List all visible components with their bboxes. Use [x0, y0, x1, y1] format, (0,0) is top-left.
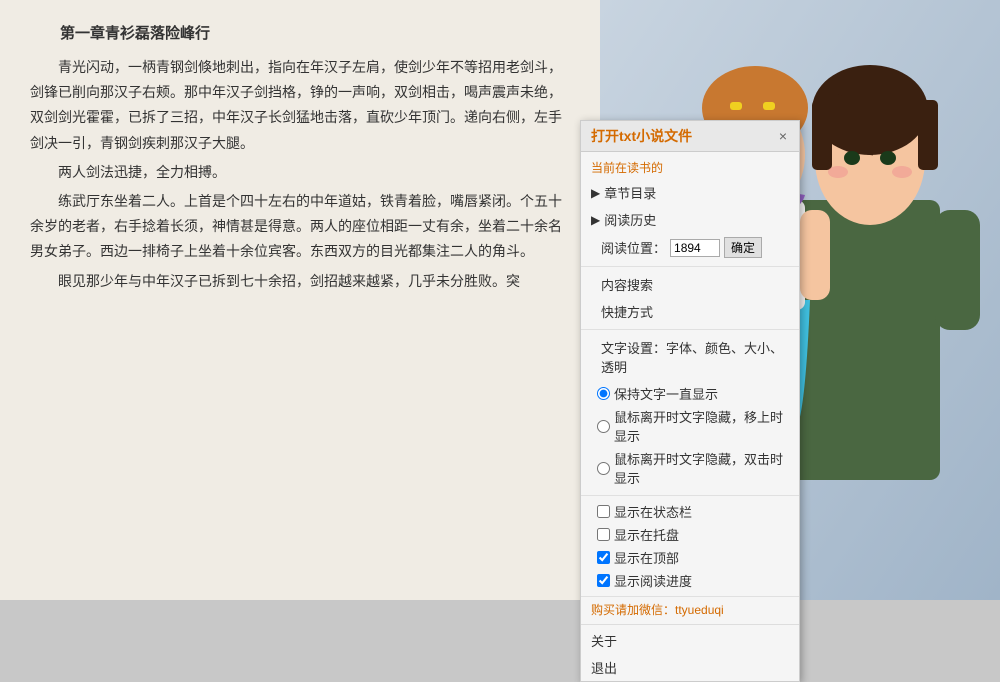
novel-para-3: 练武厅东坐着二人。上首是个四十左右的中年道姑，铁青着脸，嘴唇紧闭。个五十余岁的老… [30, 189, 570, 265]
checkbox-top[interactable]: 显示在顶部 [581, 546, 799, 569]
radio-item-1[interactable]: 鼠标离开时文字隐藏，移上时显示 [581, 405, 799, 447]
shortcut-item[interactable]: 快捷方式 [581, 298, 799, 325]
radio-hide-dblclick[interactable] [597, 462, 610, 475]
shortcut-label: 快捷方式 [601, 302, 653, 321]
content-search-section: 内容搜索 快捷方式 [581, 267, 799, 330]
about-item[interactable]: 关于 [581, 627, 799, 654]
read-pos-label: 阅读位置： [601, 238, 666, 257]
radio-label-2: 鼠标离开时文字隐藏，双击时显示 [614, 449, 789, 487]
novel-para-2: 两人剑法迅捷，全力相搏。 [30, 160, 570, 185]
chapter-toc-item[interactable]: ▶ 章节目录 [581, 179, 799, 206]
radio-always[interactable] [597, 387, 610, 400]
text-settings-item[interactable]: 文字设置：字体、颜色、大小、透明 [581, 334, 799, 380]
novel-background: 第一章青衫磊落险峰行 青光闪动，一柄青钢剑倏地刺出，指向在年汉子左肩，使剑少年不… [0, 0, 600, 600]
current-reading-section: 当前在读书的 ▶ 章节目录 ▶ 阅读历史 阅读位置： 确定 [581, 152, 799, 267]
read-position-row: 阅读位置： 确定 [581, 233, 799, 262]
radio-group: 保持文字一直显示 鼠标离开时文字隐藏，移上时显示 鼠标离开时文字隐藏，双击时显示 [581, 380, 799, 491]
radio-label-1: 鼠标离开时文字隐藏，移上时显示 [614, 407, 789, 445]
purchase-wechat-item[interactable]: 购买请加微信：ttyueduqi [581, 597, 799, 622]
read-history-item[interactable]: ▶ 阅读历史 [581, 206, 799, 233]
checkbox-progress-label: 显示阅读进度 [614, 571, 692, 590]
content-search-label: 内容搜索 [601, 275, 653, 294]
chapter-toc-label: 章节目录 [604, 183, 656, 202]
radio-label-0: 保持文字一直显示 [614, 384, 718, 403]
checkbox-progress[interactable]: 显示阅读进度 [581, 569, 799, 592]
text-settings-label: 文字设置：字体、颜色、大小、透明 [601, 338, 789, 376]
novel-title: 第一章青衫磊落险峰行 [30, 20, 570, 47]
checkbox-tray-input[interactable] [597, 528, 610, 541]
current-reading-label: 当前在读书的 [581, 156, 799, 179]
content-search-item[interactable]: 内容搜索 [581, 271, 799, 298]
arrow-icon-2: ▶ [591, 213, 600, 227]
checkbox-top-input[interactable] [597, 551, 610, 564]
radio-item-2[interactable]: 鼠标离开时文字隐藏，双击时显示 [581, 447, 799, 489]
novel-para-4: 眼见那少年与中年汉子已拆到七十余招，剑招越来越紧，几乎未分胜败。突 [30, 269, 570, 294]
read-history-label: 阅读历史 [604, 210, 656, 229]
radio-hide-move[interactable] [597, 420, 610, 433]
novel-para-1: 青光闪动，一柄青钢剑倏地刺出，指向在年汉子左肩，使剑少年不等招用老剑斗，剑锋已削… [30, 55, 570, 156]
divider-1 [581, 624, 799, 625]
checkbox-statusbar-input[interactable] [597, 505, 610, 518]
menu-title: 打开txt小说文件 [591, 126, 692, 146]
checkbox-tray-label: 显示在托盘 [614, 525, 679, 544]
close-button[interactable]: × [777, 128, 789, 144]
radio-item-0[interactable]: 保持文字一直显示 [581, 382, 799, 405]
menu-header: 打开txt小说文件 × [581, 121, 799, 152]
checkbox-statusbar[interactable]: 显示在状态栏 [581, 500, 799, 523]
read-position-input[interactable] [670, 239, 720, 257]
arrow-icon: ▶ [591, 186, 600, 200]
checkbox-tray[interactable]: 显示在托盘 [581, 523, 799, 546]
checkbox-top-label: 显示在顶部 [614, 548, 679, 567]
read-position-confirm-button[interactable]: 确定 [724, 237, 762, 258]
exit-item[interactable]: 退出 [581, 654, 799, 681]
text-settings-section: 文字设置：字体、颜色、大小、透明 保持文字一直显示 鼠标离开时文字隐藏，移上时显… [581, 330, 799, 496]
checkbox-progress-input[interactable] [597, 574, 610, 587]
checkbox-statusbar-label: 显示在状态栏 [614, 502, 692, 521]
menu-popup: 打开txt小说文件 × 当前在读书的 ▶ 章节目录 ▶ 阅读历史 阅读位置： 确… [580, 120, 800, 682]
checkbox-section: 显示在状态栏 显示在托盘 显示在顶部 显示阅读进度 [581, 496, 799, 597]
